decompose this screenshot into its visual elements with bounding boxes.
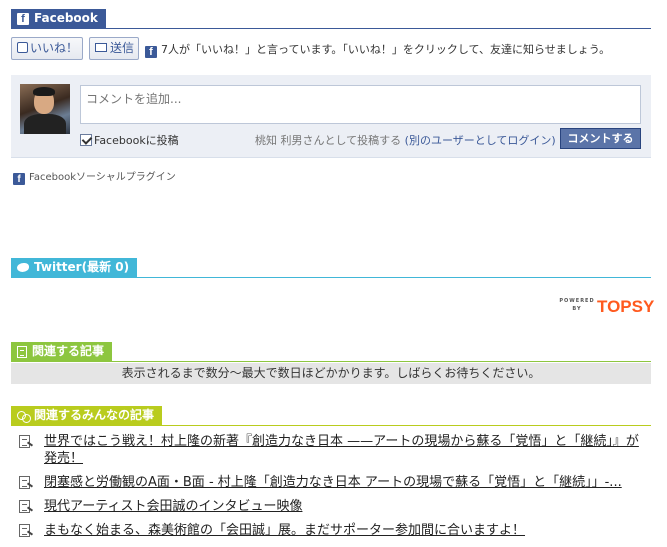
page-edit-icon (19, 476, 30, 489)
comment-input[interactable] (80, 85, 641, 124)
twitter-section-tab: Twitter(最新 0) (11, 258, 138, 277)
list-item: 世界ではこう戦え！村上隆の新著『創造力なき日本 ——アートの現場から蘇る「覚悟」… (19, 433, 649, 467)
facebook-section-title: Facebook (34, 11, 98, 25)
twitter-section-title: Twitter(最新 0) (34, 260, 130, 274)
send-button-label: 送信 (110, 41, 135, 55)
facebook-like-button[interactable]: いいね！ (11, 37, 83, 60)
document-icon (17, 345, 27, 358)
like-button-label: いいね！ (30, 41, 79, 55)
facebook-f-icon: f (17, 12, 29, 25)
topsy-powered-text: POWERED (559, 298, 595, 304)
posting-as-text: 桃知 利男さんとして投稿する (別のユーザーとしてログイン) (255, 132, 556, 148)
post-to-facebook-label: Facebookに投稿 (94, 134, 179, 147)
list-item: 閉塞感と労働観のA面・B面 - 村上隆「創造力なき日本 アートの現場で蘇る「覚悟… (19, 474, 649, 491)
everyone-articles-tab: 関連するみんなの記事 (11, 406, 163, 425)
facebook-send-button[interactable]: 送信 (89, 37, 139, 60)
social-plugin-label: Facebookソーシャルプラグイン (29, 172, 176, 183)
article-link[interactable]: 現代アーティスト会田誠のインタビュー映像 (44, 499, 302, 514)
comment-submit-button[interactable]: コメントする (560, 128, 641, 149)
checkbox-checked-icon[interactable] (80, 134, 92, 146)
like-count-text: 7人が「いいね！」と言っています。「いいね！」をクリックして、友達に知らせましょ… (161, 43, 611, 56)
facebook-comment-box: Facebookに投稿 桃知 利男さんとして投稿する (別のユーザーとしてログイ… (11, 75, 651, 158)
facebook-f-icon: f (13, 173, 25, 185)
related-articles-header: 関連する記事 (11, 342, 651, 362)
everyone-articles-list: 世界ではこう戦え！村上隆の新著『創造力なき日本 ——アートの現場から蘇る「覚悟」… (19, 433, 649, 546)
twitter-bird-icon (17, 263, 29, 272)
posting-as-label: 桃知 利男さんとして投稿する (255, 134, 402, 147)
facebook-like-row: いいね！ 送信 f 7人が「いいね！」と言っています。「いいね！」をクリックして、… (11, 37, 651, 61)
related-articles-message: 表示されるまで数分〜最大で数日ほどかかります。しばらくお待ちください。 (11, 363, 651, 384)
facebook-social-plugin-link[interactable]: f Facebookソーシャルプラグイン (13, 168, 176, 185)
related-articles-title: 関連する記事 (32, 344, 105, 358)
list-item: まもなく始まる、森美術館の「会田誠」展。まだサポーター参加間に合いますよ！ (19, 522, 649, 539)
user-avatar (20, 84, 70, 134)
envelope-icon (95, 43, 107, 52)
people-icon (17, 410, 31, 423)
topsy-brand-text: TOPSY (597, 297, 655, 316)
topsy-by-text: BY (572, 306, 582, 312)
switch-user-link[interactable]: (別のユーザーとしてログイン) (405, 134, 556, 147)
article-link[interactable]: 世界ではこう戦え！村上隆の新著『創造力なき日本 ——アートの現場から蘇る「覚悟」… (44, 434, 639, 466)
twitter-section-header: Twitter(最新 0) (11, 258, 651, 278)
everyone-articles-header: 関連するみんなの記事 (11, 406, 651, 426)
article-link[interactable]: まもなく始まる、森美術館の「会田誠」展。まだサポーター参加間に合いますよ！ (44, 523, 525, 538)
facebook-f-icon: f (145, 46, 157, 58)
post-to-facebook-checkbox[interactable]: Facebookに投稿 (80, 132, 179, 148)
facebook-section-header: f Facebook (11, 9, 651, 29)
page-edit-icon (19, 524, 30, 537)
page-edit-icon (19, 500, 30, 513)
article-link[interactable]: 閉塞感と労働観のA面・B面 - 村上隆「創造力なき日本 アートの現場で蘇る「覚悟… (44, 475, 622, 490)
related-articles-tab: 関連する記事 (11, 342, 113, 361)
page-edit-icon (19, 435, 30, 448)
facebook-section-tab: f Facebook (11, 9, 106, 28)
powered-by-topsy-logo[interactable]: POWERED BY TOPSY (559, 297, 655, 317)
list-item: 現代アーティスト会田誠のインタビュー映像 (19, 498, 649, 515)
everyone-articles-title: 関連するみんなの記事 (34, 408, 155, 422)
facebook-like-count: f 7人が「いいね！」と言っています。「いいね！」をクリックして、友達に知らせまし… (145, 41, 610, 58)
thumbs-up-icon (17, 42, 28, 53)
